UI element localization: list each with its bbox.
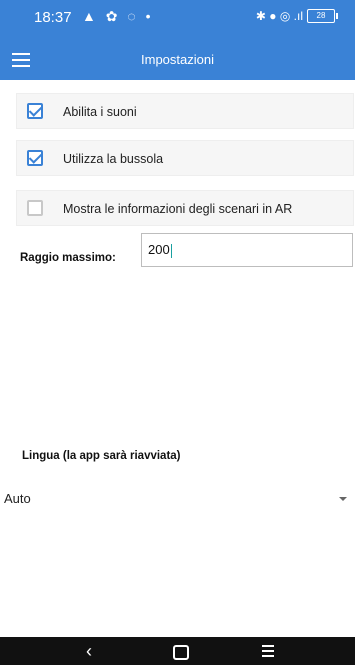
option-label: Mostra le informazioni degli scenari in … — [63, 202, 293, 216]
checkbox-mostra-informazioni-ar[interactable] — [27, 200, 43, 216]
navigation-bar: ‹ — [0, 637, 355, 665]
option-mostra-informazioni-ar[interactable]: Mostra le informazioni degli scenari in … — [16, 190, 354, 226]
status-time: 18:37 — [34, 9, 72, 26]
lingua-select[interactable]: Auto — [0, 482, 355, 514]
battery-icon: 28 — [307, 9, 338, 23]
home-icon[interactable] — [173, 645, 189, 660]
raggio-label: Raggio massimo: — [20, 252, 116, 264]
lingua-label: Lingua (la app sarà riavviata) — [22, 450, 181, 462]
raggio-value: 200 — [148, 242, 170, 257]
checkbox-abilita-suoni[interactable] — [27, 103, 43, 119]
option-label: Utilizza la bussola — [63, 152, 164, 166]
dropdown-arrow-icon[interactable] — [339, 497, 347, 501]
status-connectivity-icons: ✱ ● ◎ .ıl — [255, 9, 303, 23]
status-bar: 18:37 ▲ ✿ ◌ • ✱ ● ◎ .ıl 28 — [0, 0, 355, 40]
option-label: Abilita i suoni — [63, 105, 137, 119]
status-notification-icons: ▲ ✿ ◌ • — [82, 8, 154, 24]
app-bar: Impostazioni — [0, 40, 355, 80]
page-title: Impostazioni — [141, 52, 214, 67]
option-abilita-suoni[interactable]: Abilita i suoni — [16, 93, 354, 129]
checkbox-utilizza-bussola[interactable] — [27, 150, 43, 166]
text-cursor — [170, 243, 172, 258]
back-icon[interactable]: ‹ — [86, 641, 92, 662]
lingua-selected-value: Auto — [4, 491, 31, 506]
option-utilizza-bussola[interactable]: Utilizza la bussola — [16, 140, 354, 176]
recent-apps-icon[interactable] — [262, 645, 274, 660]
status-system-icons: ✱ ● ◎ .ıl 28 — [255, 9, 338, 23]
raggio-input[interactable]: 200 — [141, 233, 353, 267]
